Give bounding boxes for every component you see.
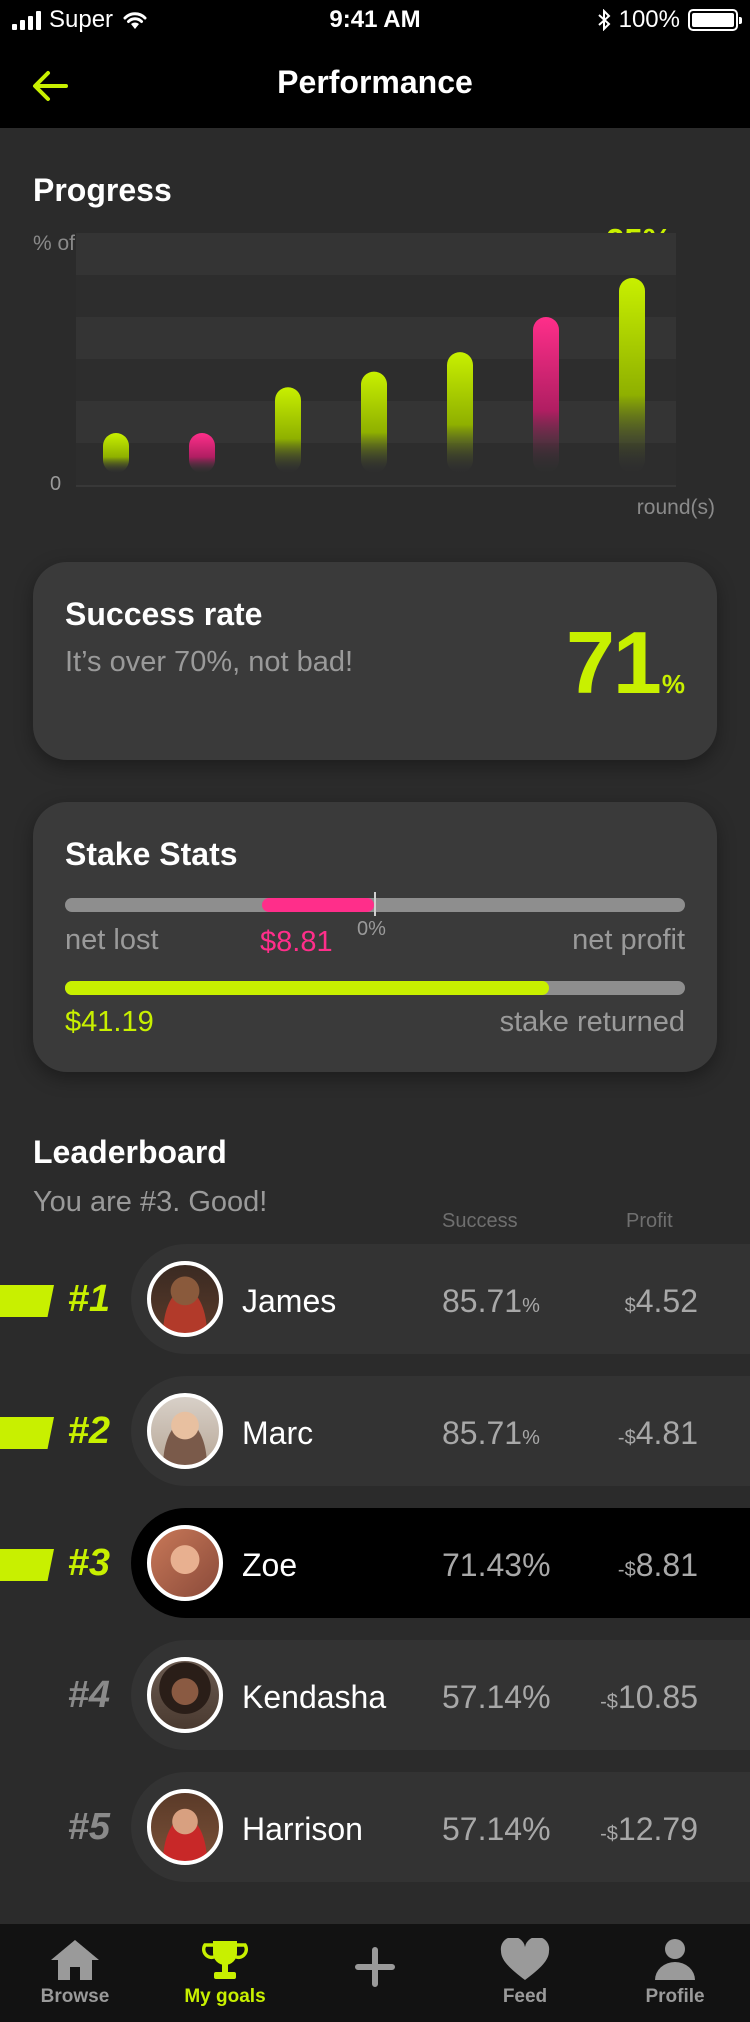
success-rate-title: Success rate bbox=[65, 596, 263, 632]
net-lost-fill bbox=[262, 898, 374, 912]
player-success: 85.71% bbox=[442, 1283, 540, 1319]
leaderboard-title: Leaderboard bbox=[33, 1134, 227, 1170]
battery-icon bbox=[688, 9, 742, 31]
col-profit-header: Profit bbox=[626, 1210, 673, 1232]
page-title: Performance bbox=[277, 64, 473, 100]
rank-label: #1 bbox=[67, 1278, 110, 1320]
chart-bar bbox=[533, 317, 559, 473]
chart-grid-band bbox=[76, 233, 676, 275]
player-success: 71.43% bbox=[442, 1547, 551, 1583]
chart-bar bbox=[447, 352, 473, 473]
heart-icon bbox=[500, 1938, 550, 1980]
zero-label: 0% bbox=[357, 918, 386, 940]
rank-label: #4 bbox=[67, 1674, 110, 1716]
success-rate-value: 71% bbox=[565, 613, 685, 712]
tab-browse[interactable]: Browse bbox=[0, 1924, 150, 2022]
battery-percent: 100% bbox=[618, 6, 680, 33]
net-profit-label: net profit bbox=[572, 924, 685, 956]
tab-feed[interactable]: Feed bbox=[450, 1924, 600, 2022]
avatar bbox=[147, 1789, 223, 1865]
tab-label: Profile bbox=[645, 1986, 705, 2007]
returned-bar bbox=[65, 981, 685, 995]
progress-title: Progress bbox=[33, 172, 172, 208]
player-success: 85.71% bbox=[442, 1415, 540, 1451]
avatar bbox=[147, 1393, 223, 1469]
player-name: James bbox=[242, 1283, 337, 1319]
trophy-icon bbox=[201, 1941, 249, 1979]
tab-label: Browse bbox=[40, 1986, 110, 2007]
tab-profile[interactable]: Profile bbox=[600, 1924, 750, 2022]
player-name: Kendasha bbox=[242, 1679, 387, 1715]
player-success: 57.14% bbox=[442, 1811, 551, 1847]
returned-value: $41.19 bbox=[65, 1006, 154, 1038]
success-rate-subtitle: It’s over 70%, not bad! bbox=[65, 646, 354, 678]
player-profit: -$8.81 bbox=[617, 1547, 698, 1583]
plus-icon bbox=[355, 1947, 395, 1987]
chart-bar bbox=[361, 371, 387, 473]
returned-label: stake returned bbox=[499, 1006, 685, 1038]
zero-tick bbox=[374, 892, 376, 916]
net-lost-value: $8.81 bbox=[260, 926, 333, 958]
chart-xlabel: round(s) bbox=[636, 496, 715, 519]
tab-add[interactable] bbox=[300, 1924, 450, 2022]
status-right: 100% bbox=[597, 6, 742, 34]
tab-label: My goals bbox=[184, 1986, 266, 2007]
player-profit: -$4.81 bbox=[617, 1415, 698, 1451]
rank-label: #2 bbox=[67, 1410, 110, 1452]
rank-label: #5 bbox=[67, 1806, 110, 1848]
home-icon bbox=[51, 1940, 99, 1980]
leaderboard-subtitle: You are #3. Good! bbox=[33, 1186, 268, 1218]
net-lost-label: net lost bbox=[65, 924, 159, 956]
player-name: Zoe bbox=[242, 1547, 298, 1583]
player-name: Harrison bbox=[242, 1811, 363, 1847]
avatar bbox=[147, 1525, 223, 1601]
player-success: 57.14% bbox=[442, 1679, 551, 1715]
player-profit: $4.52 bbox=[624, 1283, 698, 1319]
stake-stats-title: Stake Stats bbox=[65, 836, 238, 872]
chart-origin-label: 0 bbox=[50, 473, 62, 495]
col-success-header: Success bbox=[442, 1210, 518, 1232]
chart-bar bbox=[275, 387, 301, 473]
person-icon bbox=[655, 1939, 695, 1980]
tab-my-goals[interactable]: My goals bbox=[150, 1924, 300, 2022]
chart-grid-band bbox=[76, 275, 676, 317]
chart-bar bbox=[189, 433, 215, 473]
player-profit: -$12.79 bbox=[600, 1811, 698, 1847]
player-profit: -$10.85 bbox=[600, 1679, 698, 1715]
player-name: Marc bbox=[242, 1415, 314, 1451]
avatar bbox=[147, 1657, 223, 1733]
chart-bar bbox=[103, 433, 129, 473]
returned-fill bbox=[65, 981, 549, 995]
bluetooth-icon bbox=[597, 9, 611, 31]
rank-label: #3 bbox=[67, 1542, 110, 1584]
progress-chart bbox=[76, 233, 676, 487]
chart-bar bbox=[619, 278, 645, 473]
tab-label: Feed bbox=[502, 1986, 548, 2007]
avatar bbox=[147, 1261, 223, 1337]
chart-grid-band bbox=[76, 317, 676, 359]
